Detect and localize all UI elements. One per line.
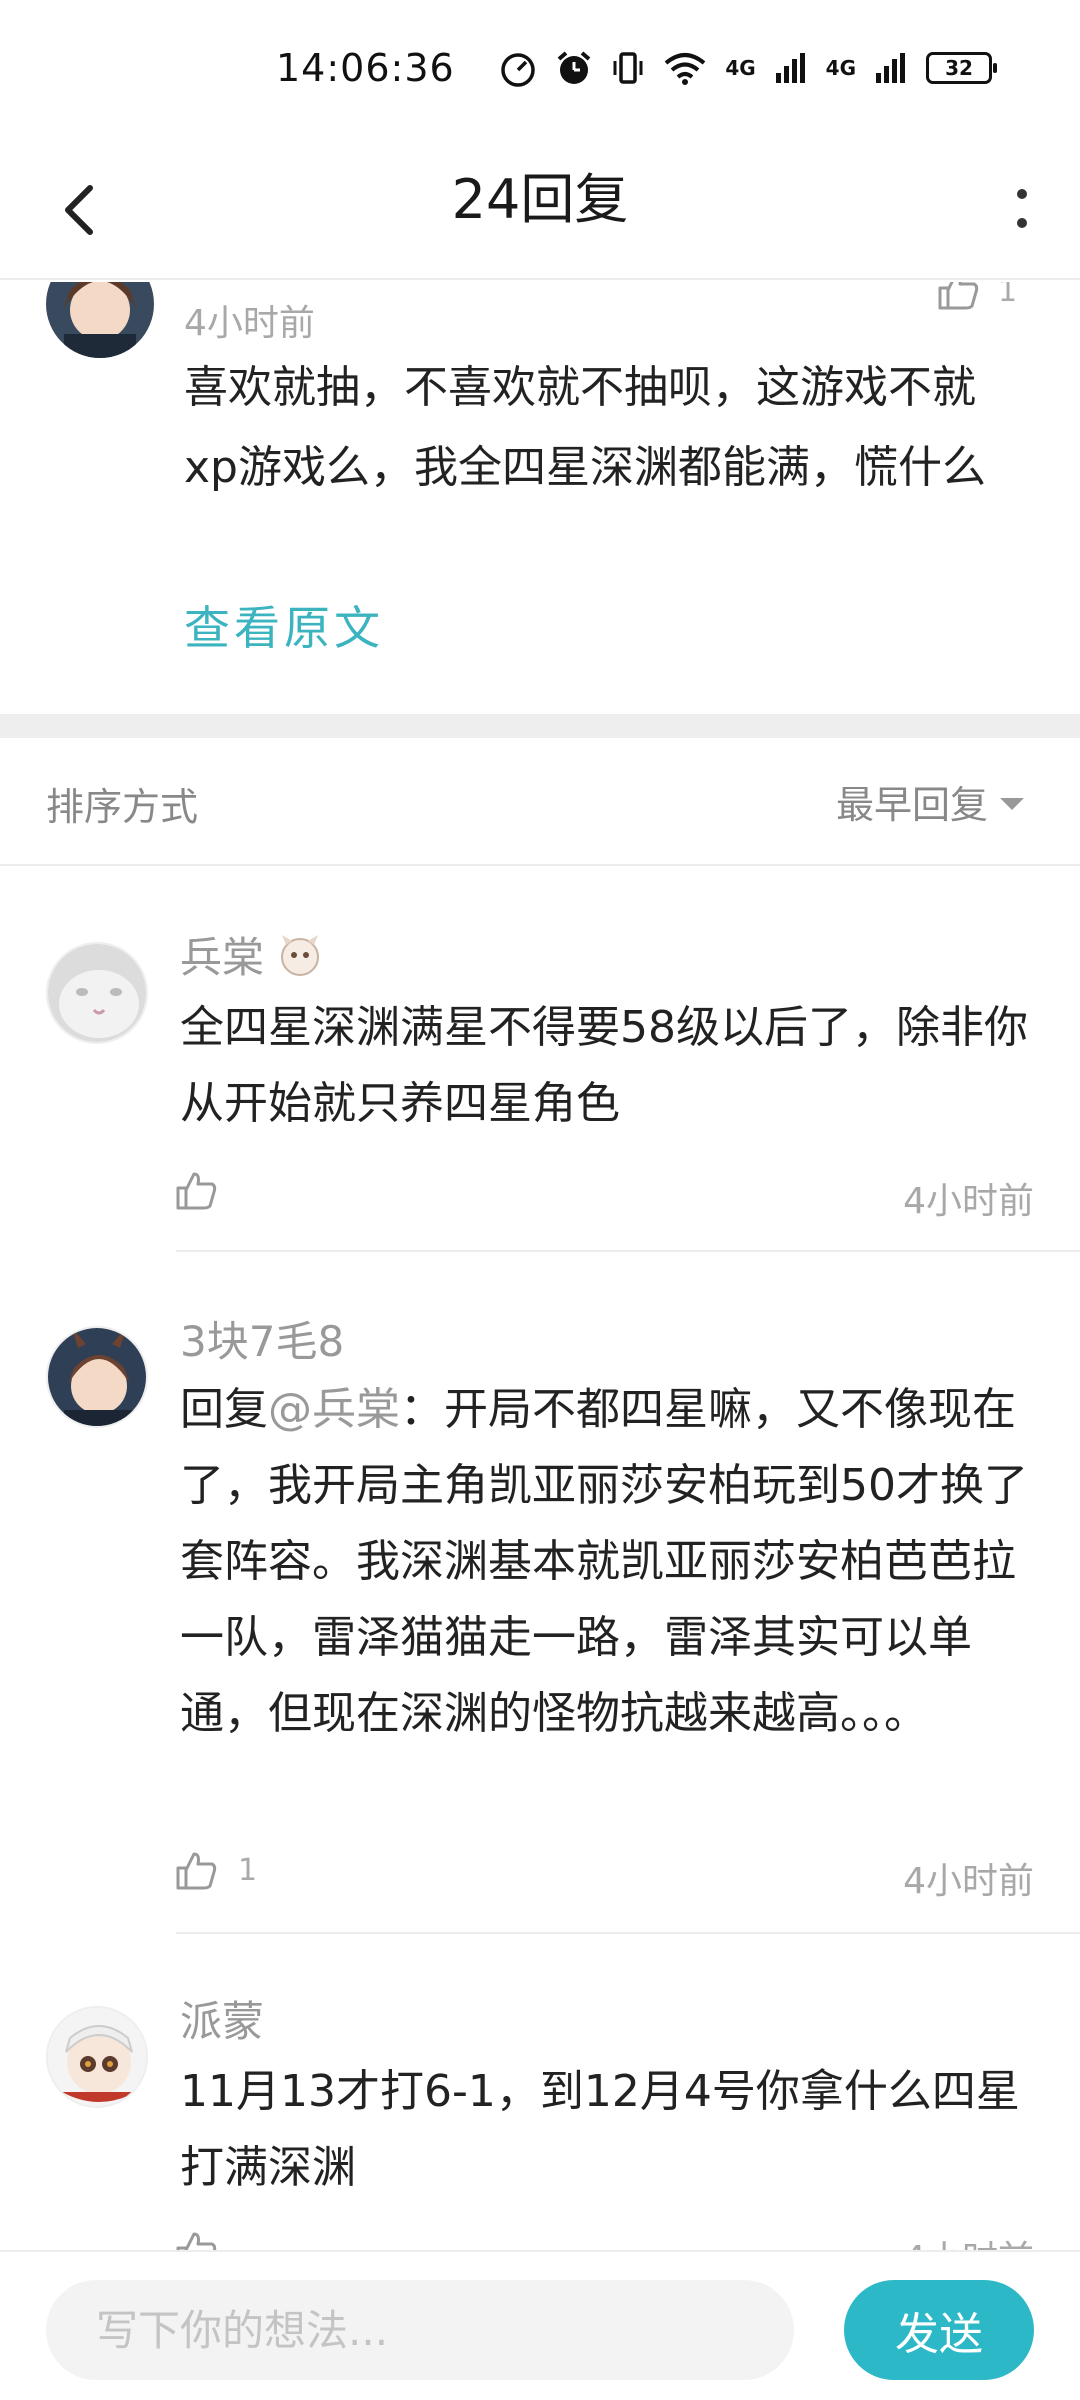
avatar-image	[48, 2008, 146, 2106]
status-bar: 14:06:36 4G 4G 32	[0, 0, 1080, 140]
sort-dropdown[interactable]: 最早回复	[836, 774, 1024, 829]
app-header: 24回复	[0, 140, 1080, 280]
reply-time: 4小时前	[903, 2230, 1034, 2250]
network-type-2: 4G	[825, 56, 856, 80]
like-button[interactable]	[174, 2230, 218, 2250]
status-icons: 4G 4G 32	[499, 46, 997, 90]
author-name: 3块7毛8	[180, 1317, 345, 1366]
avatar-image	[48, 944, 146, 1042]
thumbs-up-icon	[176, 1172, 217, 1210]
reply-text: 11月13才打6-1，到12月4号你拿什么四星打满深渊	[180, 2066, 1020, 2193]
thumbs-up-icon	[176, 2232, 217, 2250]
signal-icon-2	[876, 53, 905, 83]
original-comment: 1 4小时前 喜欢就抽，不喜欢就不抽呗，这游戏不就xp游戏么，我全四星深渊都能满…	[0, 282, 1080, 714]
author-name: 派蒙	[180, 1997, 265, 2046]
battery-icon: 32	[926, 52, 997, 84]
comment-composer: 发送	[0, 2250, 1080, 2400]
reply-text: 回复@兵棠：开局不都四星嘛，又不像现在了，我开局主角凯亚丽莎安柏玩到50才换了套…	[180, 1372, 1050, 1752]
author-name: 兵棠	[180, 933, 265, 982]
avatar[interactable]	[46, 2006, 148, 2108]
comment-thread-page: 14:06:36 4G 4G 32 24回复 1 4小时前 喜欢就抽，不喜欢就不…	[0, 0, 1080, 2400]
avatar-image	[48, 1328, 146, 1426]
mention-link[interactable]: @兵棠	[268, 1384, 400, 1435]
reply-time: 4小时前	[903, 1861, 1034, 1902]
reply-author[interactable]: 兵棠	[180, 924, 324, 985]
sort-value: 最早回复	[835, 783, 988, 827]
avatar[interactable]	[46, 1326, 148, 1428]
avatar[interactable]	[46, 942, 148, 1044]
comment-time: 4小时前	[184, 303, 315, 344]
back-button[interactable]	[40, 170, 120, 250]
thumbs-up-icon	[176, 1852, 217, 1890]
speedometer-icon	[501, 53, 536, 87]
like-button[interactable]: 1	[174, 1850, 257, 1890]
caret-down-icon	[1000, 797, 1024, 810]
page-title: 24回复	[451, 168, 629, 231]
signal-icon	[775, 53, 805, 83]
more-options-button[interactable]	[992, 170, 1052, 250]
sort-label: 排序方式	[46, 785, 199, 829]
like-button[interactable]	[174, 1170, 218, 1210]
back-arrow-icon	[65, 185, 93, 235]
reply-text: 全四星深渊满星不得要58级以后了，除非你从开始就只养四星角色	[180, 1002, 1028, 1129]
reply-time: 4小时前	[903, 1181, 1034, 1222]
thumbs-up-icon	[938, 282, 979, 310]
network-type-1: 4G	[725, 56, 756, 80]
reply-item: 兵棠 全四星深渊满星不得要58级以后了，除非你从开始就只养四星角色 4小时前	[0, 866, 1080, 1252]
reply-author[interactable]: 派蒙	[180, 1988, 264, 2049]
vibrate-icon	[613, 52, 643, 84]
view-original-link[interactable]: 查看原文	[184, 592, 384, 658]
sort-bar: 排序方式 最早回复	[0, 738, 1080, 866]
alarm-icon	[558, 51, 591, 84]
reply-item: 3块7毛8 回复@兵棠：开局不都四星嘛，又不像现在了，我开局主角凯亚丽莎安柏玩到…	[0, 1252, 1080, 1934]
reply-author[interactable]: 3块7毛8	[180, 1308, 344, 1369]
like-count: 1	[238, 1852, 258, 1888]
comment-text: 喜欢就抽，不喜欢就不抽呗，这游戏不就xp游戏么，我全四星深渊都能满，慌什么	[184, 362, 986, 493]
reply-body: ：开局不都四星嘛，又不像现在了，我开局主角凯亚丽莎安柏玩到50才换了套阵容。我深…	[180, 1384, 1028, 1739]
more-vertical-icon	[1017, 189, 1027, 228]
comment-input[interactable]	[46, 2280, 794, 2380]
badge-icon	[281, 934, 320, 976]
avatar[interactable]	[46, 282, 154, 358]
reply-prefix: 回复	[180, 1384, 268, 1435]
like-button[interactable]	[936, 282, 980, 314]
reply-item: 派蒙 11月13才打6-1，到12月4号你拿什么四星打满深渊 4小时前	[0, 1934, 1080, 2250]
like-count: 1	[998, 282, 1018, 309]
status-time: 14:06:36	[276, 46, 455, 90]
section-divider	[0, 714, 1080, 738]
send-button[interactable]: 发送	[844, 2280, 1034, 2380]
wifi-icon	[665, 53, 706, 85]
avatar-image	[46, 282, 154, 358]
